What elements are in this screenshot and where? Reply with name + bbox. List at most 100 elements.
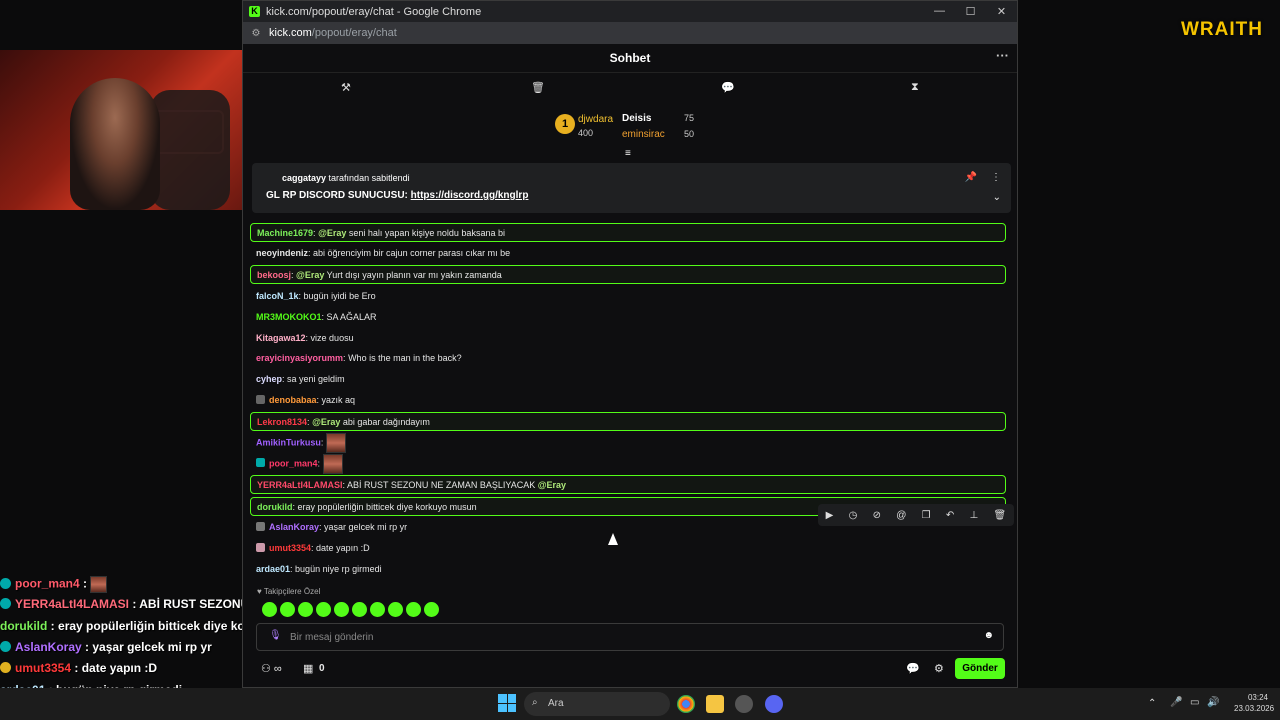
chat-username[interactable]: umut3354 — [269, 543, 311, 553]
leader-2-name[interactable]: Deisis — [622, 113, 651, 124]
emote-icon[interactable] — [334, 602, 349, 617]
chat-username[interactable]: Lekron8134 — [257, 417, 307, 427]
leader-1-name[interactable]: djwdara — [578, 114, 613, 125]
windows-start-icon[interactable] — [498, 694, 516, 712]
reply-icon[interactable]: ↶ — [946, 510, 954, 521]
emote-image — [90, 576, 108, 593]
chat-message[interactable]: MR3MOKOKO1: SA AĞALAR — [250, 308, 1006, 327]
pin-icon[interactable]: 📌 — [965, 172, 977, 183]
play-icon[interactable]: ▶ — [826, 510, 834, 521]
mention[interactable]: @Eray — [538, 480, 566, 490]
mention[interactable]: @Eray — [318, 228, 346, 238]
discord-icon[interactable] — [765, 695, 783, 713]
hammer-icon[interactable]: ⚒ — [341, 81, 351, 94]
chat-username[interactable]: cyhep — [256, 374, 282, 384]
time: 03:24 — [1247, 693, 1268, 702]
overlay-username: poor_man4 — [15, 576, 80, 591]
chat-username[interactable]: AslanKoray — [269, 522, 319, 532]
microphone-icon[interactable]: 🎙 — [269, 630, 282, 641]
chat-message[interactable]: umut3354: date yapın :D — [250, 539, 1006, 558]
chat-username[interactable]: neoyindeniz — [256, 248, 308, 258]
trash-icon[interactable]: 🗑 — [531, 81, 545, 94]
delete-icon[interactable]: 🗑 — [994, 510, 1007, 521]
chat-username[interactable]: bekoosj — [257, 270, 291, 280]
chat-message[interactable]: denobabaa: yazık aq — [250, 391, 1006, 410]
chat-username[interactable]: YERR4aLtI4LAMASI — [257, 480, 343, 490]
gold-rank-badge: 1 — [555, 114, 575, 134]
emote-icon[interactable] — [370, 602, 385, 617]
emote-icon[interactable] — [280, 602, 295, 617]
overlay-badge-icon — [0, 641, 11, 652]
pinned-by-user[interactable]: caggatayy — [282, 173, 326, 183]
copy-icon[interactable]: ❐ — [922, 510, 931, 521]
hourglass-icon[interactable]: ⧗ — [911, 81, 919, 94]
more-options-icon[interactable]: ··· — [996, 48, 1009, 63]
address-bar[interactable]: ⚙ kick.com /popout/eray/chat — [243, 22, 1017, 44]
emote-icon[interactable] — [406, 602, 421, 617]
send-button[interactable]: Gönder — [955, 658, 1005, 679]
pinned-text: GL RP DISCORD SUNUCUSU: — [266, 190, 411, 201]
minimize-button[interactable]: — — [924, 5, 955, 18]
chat-username[interactable]: Kitagawa12 — [256, 333, 306, 343]
pin-message-icon[interactable]: ⊥ — [970, 510, 979, 521]
colon: : — [320, 437, 324, 448]
chat-message[interactable]: cyhep: sa yeni geldim — [250, 370, 1006, 389]
chat-username[interactable]: falcoN_1k — [256, 291, 299, 301]
chat-message[interactable]: Machine1679: @Eray seni halı yapan kişiy… — [250, 223, 1006, 242]
maximize-button[interactable]: ☐ — [955, 5, 986, 18]
chat-bubble-icon[interactable]: 💬 — [906, 662, 920, 675]
pinned-more-icon[interactable]: ⋮ — [991, 172, 1001, 183]
unban-icon[interactable]: ⊘ — [873, 510, 881, 521]
emoji-picker-icon[interactable]: ☻ — [983, 630, 994, 641]
chat-username[interactable]: Machine1679 — [257, 228, 313, 238]
clock[interactable]: 03:24 23.03.2026 — [1234, 693, 1274, 713]
chat-message[interactable]: Kitagawa12: vize duosu — [250, 329, 1006, 348]
emote-icon[interactable] — [424, 602, 439, 617]
mod-toolbar: ⚒ 🗑 💬 ⧗ — [243, 73, 1017, 104]
emote-icon[interactable] — [352, 602, 367, 617]
mention[interactable]: @Eray — [312, 417, 340, 427]
chat-username[interactable]: poor_man4 — [269, 458, 318, 468]
chevron-down-icon[interactable]: ⌄ — [993, 192, 1001, 203]
chat-username[interactable]: AmikinTurkusu — [256, 437, 321, 447]
chat-username[interactable]: ardae01 — [256, 564, 290, 574]
network-icon[interactable]: ▭ — [1190, 697, 1199, 708]
app-icon[interactable] — [735, 695, 753, 713]
community-points-icon[interactable]: ⚇ ∞ — [261, 662, 282, 675]
chat-username[interactable]: denobabaa — [269, 395, 317, 405]
chat-message[interactable]: YERR4aLtI4LAMASI: ABİ RUST SEZONU NE ZAM… — [250, 475, 1006, 494]
chat-username[interactable]: dorukild — [257, 502, 293, 512]
collapse-icon[interactable]: ≡ — [625, 148, 631, 159]
mention-icon[interactable]: @ — [896, 510, 906, 521]
pinned-link[interactable]: https://discord.gg/knglrp — [411, 190, 529, 201]
chat-message[interactable]: AmikinTurkusu: — [250, 433, 1006, 453]
emote-icon[interactable] — [262, 602, 277, 617]
tray-chevron-icon[interactable]: ⌃ — [1148, 698, 1156, 709]
microphone-tray-icon[interactable]: 🎤 — [1170, 697, 1182, 708]
site-settings-icon[interactable]: ⚙ — [243, 28, 269, 39]
settings-gear-icon[interactable]: ⚙ — [934, 662, 944, 675]
chat-username[interactable]: erayicinyasiyorumm — [256, 353, 343, 363]
leader-3-name[interactable]: eminsirac — [622, 129, 665, 140]
chat-message[interactable]: poor_man4: — [250, 454, 1006, 474]
volume-icon[interactable]: 🔊 — [1207, 697, 1219, 708]
chat-message[interactable]: neoyindeniz: abi öğrenciyim bir cajun co… — [250, 244, 1006, 263]
timeout-icon[interactable]: ◷ — [849, 510, 858, 521]
chat-message[interactable]: Lekron8134: @Eray abi gabar dağındayım — [250, 412, 1006, 431]
emote-icon[interactable] — [316, 602, 331, 617]
file-explorer-icon[interactable] — [706, 695, 724, 713]
store-icon[interactable]: ▦ — [303, 662, 313, 675]
taskbar-search[interactable]: ⌕ Ara — [524, 692, 670, 716]
chat-icon[interactable]: 💬 — [721, 81, 735, 94]
mention[interactable]: @Eray — [296, 270, 324, 280]
chat-message[interactable]: erayicinyasiyorumm: Who is the man in th… — [250, 349, 1006, 368]
chat-username[interactable]: MR3MOKOKO1 — [256, 312, 322, 322]
chat-message[interactable]: ardae01: bugün niye rp girmedi — [250, 560, 1006, 579]
chrome-icon[interactable] — [677, 695, 695, 713]
chat-message[interactable]: falcoN_1k: bugün iyidi be Ero — [250, 287, 1006, 306]
emote-icon[interactable] — [388, 602, 403, 617]
message-input[interactable]: 🎙 Bir mesaj gönderin ☻ — [256, 623, 1004, 651]
chat-message[interactable]: bekoosj: @Eray Yurt dışı yayın planın va… — [250, 265, 1006, 284]
close-button[interactable]: ✕ — [986, 5, 1017, 18]
emote-icon[interactable] — [298, 602, 313, 617]
